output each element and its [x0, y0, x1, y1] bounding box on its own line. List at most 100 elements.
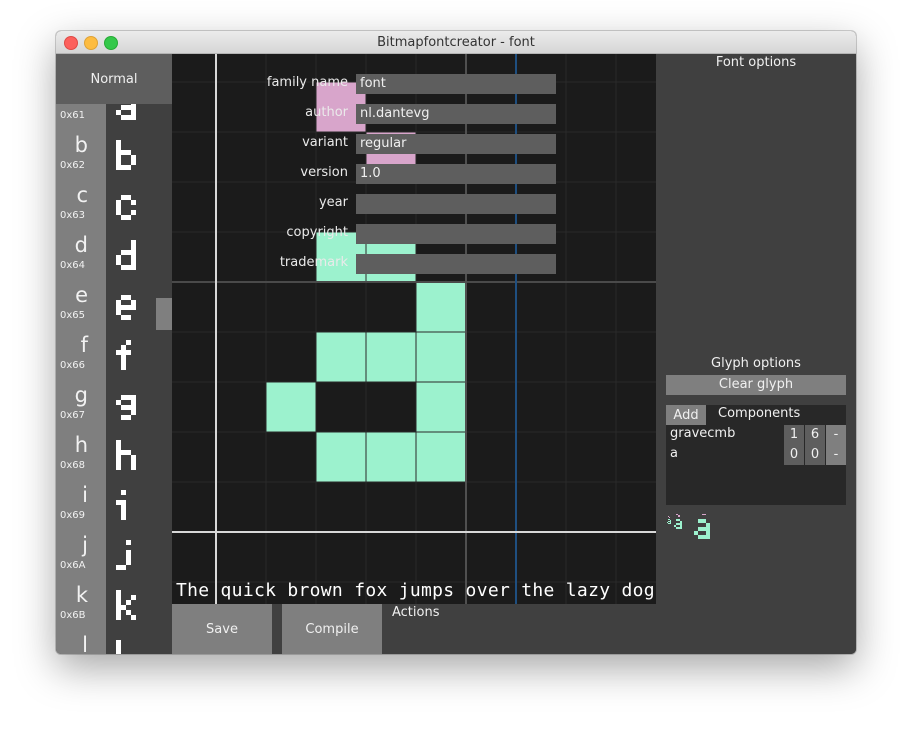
- font-option-label: author: [305, 105, 348, 120]
- glyph-preview-pixel: [131, 395, 136, 400]
- save-button[interactable]: Save: [172, 604, 272, 654]
- sample-text-preview: The quick brown fox jumps over the lazy …: [176, 580, 655, 601]
- font-option-label: copyright: [286, 225, 348, 240]
- glyph-pixel: [416, 382, 466, 432]
- glyph-preview-pixel: [126, 405, 131, 410]
- glyph-preview-pixel: [116, 610, 121, 615]
- glyph-preview-pixel: [121, 345, 126, 350]
- glyph-char-label: f: [80, 333, 88, 357]
- glyph-preview-pixel: [131, 410, 136, 415]
- font-option-label: variant: [302, 135, 348, 150]
- glyph-preview-pixel: [116, 645, 121, 650]
- font-option-input[interactable]: [356, 254, 556, 274]
- glyph-char-label: i: [82, 483, 88, 507]
- preview-glyph-pixel: [676, 527, 678, 529]
- preview-glyph-pixel: [669, 521, 670, 522]
- glyph-bitmap-preview: [116, 428, 146, 478]
- glyph-bitmap-preview: [116, 378, 146, 428]
- glyph-preview-pixel: [121, 490, 126, 495]
- font-option-label: year: [318, 195, 348, 210]
- glyph-list-item[interactable]: f 0x66: [56, 328, 172, 378]
- preview-glyph-pixel: [680, 521, 682, 523]
- font-option-input[interactable]: [356, 164, 556, 184]
- glyph-preview-pixel: [131, 595, 136, 600]
- font-option-input[interactable]: [356, 224, 556, 244]
- remove-component-button[interactable]: -: [826, 445, 846, 465]
- glyph-list-item[interactable]: e 0x65: [56, 278, 172, 328]
- glyph-preview-pixel: [116, 440, 121, 445]
- preview-glyph-pixel: [678, 527, 680, 529]
- preview-glyph-pixel: [668, 521, 669, 522]
- glyph-preview-pixel: [116, 565, 121, 570]
- components-list: Add Components gravecmb 1 6 - a 0 0 -: [666, 405, 846, 505]
- glyph-preview-pixel: [131, 465, 136, 470]
- component-y-offset[interactable]: 6: [805, 425, 825, 445]
- glyph-list: a0x61b0x62c0x63d0x64e0x65f0x66g0x67h0x68…: [56, 104, 172, 654]
- component-x-offset[interactable]: 1: [784, 425, 804, 445]
- glyph-list-item[interactable]: k 0x6B: [56, 578, 172, 628]
- glyph-preview-pixel: [126, 215, 131, 220]
- font-option-input[interactable]: [356, 134, 556, 154]
- glyph-bitmap-preview: [116, 628, 146, 654]
- glyph-preview-pixel: [126, 305, 131, 310]
- glyph-preview-pixel: [121, 500, 126, 505]
- component-y-offset[interactable]: 0: [805, 445, 825, 465]
- preview-glyph-pixel: [676, 519, 678, 521]
- preview-accent-pixel: [676, 514, 678, 515]
- preview-glyph-pixel: [698, 519, 702, 523]
- preview-glyph-pixel: [670, 520, 671, 521]
- preview-glyph-pixel: [694, 531, 698, 535]
- preview-glyph-pixel: [678, 523, 680, 525]
- glyph-preview-pixel: [131, 460, 136, 465]
- font-option-input[interactable]: [356, 74, 556, 94]
- glyph-preview-pixel: [121, 360, 126, 365]
- glyph-list-item[interactable]: h 0x68: [56, 428, 172, 478]
- glyph-preview-pixel: [121, 305, 126, 310]
- preview-glyph-pixel: [668, 519, 669, 520]
- compile-button[interactable]: Compile: [282, 604, 382, 654]
- glyph-pixel: [366, 432, 416, 482]
- actions-bar: Save Compile Actions: [172, 604, 856, 654]
- glyph-preview-pixel: [116, 600, 121, 605]
- glyph-options-panel: Glyph options Clear glyph Add Components…: [656, 284, 856, 604]
- glyph-list-item[interactable]: i 0x69: [56, 478, 172, 528]
- preview-glyph-pixel: [698, 527, 702, 531]
- font-option-input[interactable]: [356, 104, 556, 124]
- glyph-preview-pixel: [121, 295, 126, 300]
- glyph-preview-pixel: [116, 640, 121, 645]
- component-x-offset[interactable]: 0: [784, 445, 804, 465]
- glyph-preview-pixel: [126, 600, 131, 605]
- glyph-preview-pixel: [116, 155, 121, 160]
- glyph-bitmap-preview: [116, 278, 146, 328]
- glyph-list-item[interactable]: g 0x67: [56, 378, 172, 428]
- glyph-preview-pixel: [116, 650, 121, 654]
- component-row: a 0 0 -: [666, 445, 846, 465]
- glyph-pixel: [316, 332, 366, 382]
- component-name: a: [670, 446, 678, 461]
- preview-glyph-pixel: [706, 523, 710, 527]
- font-option-input[interactable]: [356, 194, 556, 214]
- actions-title: Actions: [392, 605, 440, 620]
- glyph-preview-pixel: [121, 215, 126, 220]
- glyph-list-scrollbar[interactable]: [156, 104, 172, 654]
- preview-glyph-pixel: [702, 527, 706, 531]
- glyph-codepoint: 0x69: [60, 510, 86, 521]
- glyph-preview-pixel: [126, 415, 131, 420]
- glyph-preview-pixel: [126, 550, 131, 555]
- font-options-title: Font options: [656, 54, 856, 72]
- glyph-preview-pixel: [121, 395, 126, 400]
- glyph-list-scroll-thumb[interactable]: [156, 298, 172, 330]
- remove-component-button[interactable]: -: [826, 425, 846, 445]
- glyph-list-item[interactable]: l: [56, 628, 172, 654]
- glyph-preview-pixel: [131, 400, 136, 405]
- glyph-preview-pixel: [121, 565, 126, 570]
- add-component-button[interactable]: Add: [666, 405, 706, 425]
- glyph-list-item[interactable]: j 0x6A: [56, 528, 172, 578]
- glyph-char-label: h: [74, 433, 88, 457]
- clear-glyph-button[interactable]: Clear glyph: [666, 375, 846, 395]
- glyph-preview-pixel: [121, 505, 126, 510]
- glyph-preview-pixel: [121, 405, 126, 410]
- glyph-options-title: Glyph options: [711, 356, 801, 371]
- glyph-preview-pixel: [116, 450, 121, 455]
- component-name: gravecmb: [670, 426, 736, 441]
